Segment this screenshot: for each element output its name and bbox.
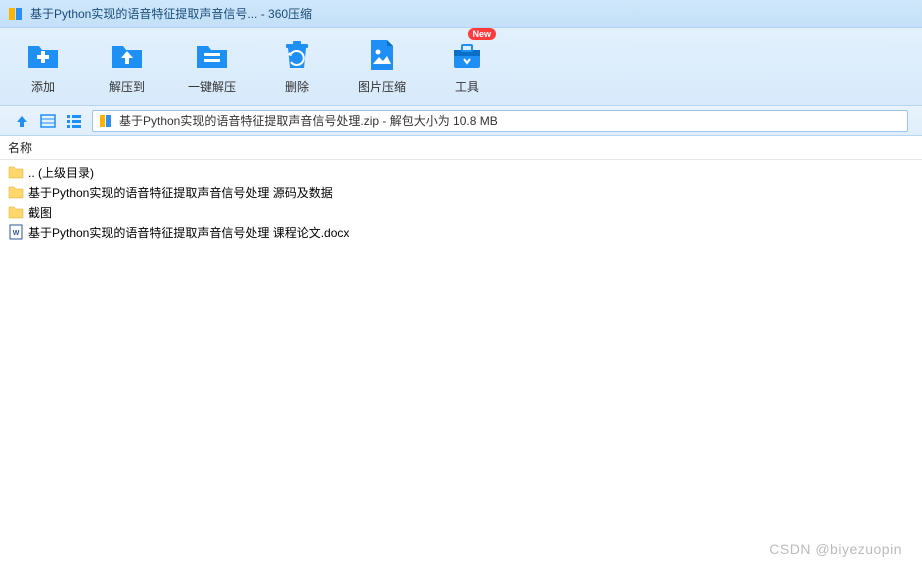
file-name: 截图: [28, 204, 52, 221]
toolbar: 添加 解压到 一键解压 删除 图片压缩 New 工具: [0, 28, 922, 106]
toolbar-label: 图片压缩: [358, 78, 406, 95]
watermark: CSDN @biyezuopin: [769, 541, 902, 557]
one-click-extract-button[interactable]: 一键解压: [188, 38, 236, 95]
path-input[interactable]: 基于Python实现的语音特征提取声音信号处理.zip - 解包大小为 10.8…: [92, 110, 908, 132]
file-name: 基于Python实现的语音特征提取声音信号处理 源码及数据: [28, 184, 333, 201]
folder-plus-icon: [26, 38, 60, 72]
path-text: 基于Python实现的语音特征提取声音信号处理.zip - 解包大小为 10.8…: [119, 112, 498, 129]
add-button[interactable]: 添加: [20, 38, 66, 95]
nav-bar: 基于Python实现的语音特征提取声音信号处理.zip - 解包大小为 10.8…: [0, 106, 922, 136]
delete-button[interactable]: 删除: [274, 38, 320, 95]
folder-up-icon: [110, 38, 144, 72]
trash-icon: [280, 38, 314, 72]
titlebar: 基于Python实现的语音特征提取声音信号... - 360压缩: [0, 0, 922, 28]
image-compress-button[interactable]: 图片压缩: [358, 38, 406, 95]
file-name: 基于Python实现的语音特征提取声音信号处理 课程论文.docx: [28, 224, 349, 241]
tools-button[interactable]: New 工具: [444, 38, 490, 95]
extract-to-button[interactable]: 解压到: [104, 38, 150, 95]
docx-icon: W: [8, 224, 24, 240]
view-detail-icon[interactable]: [40, 113, 56, 129]
list-item[interactable]: 基于Python实现的语音特征提取声音信号处理 源码及数据: [0, 182, 922, 202]
list-item[interactable]: 截图: [0, 202, 922, 222]
toolbar-label: 添加: [31, 78, 55, 95]
file-name: .. (上级目录): [28, 164, 94, 181]
folder-arrow-icon: [195, 38, 229, 72]
image-file-icon: [365, 38, 399, 72]
list-item[interactable]: W 基于Python实现的语音特征提取声音信号处理 课程论文.docx: [0, 222, 922, 242]
up-arrow-icon[interactable]: [14, 113, 30, 129]
view-list-icon[interactable]: [66, 113, 82, 129]
column-name: 名称: [8, 139, 32, 156]
window-title: 基于Python实现的语音特征提取声音信号... - 360压缩: [30, 5, 312, 22]
toolbar-label: 工具: [455, 78, 479, 95]
list-item[interactable]: .. (上级目录): [0, 162, 922, 182]
app-icon: [8, 6, 24, 22]
toolbar-label: 解压到: [109, 78, 145, 95]
archive-icon: [99, 114, 113, 128]
column-header[interactable]: 名称: [0, 136, 922, 160]
toolbar-label: 一键解压: [188, 78, 236, 95]
file-list: .. (上级目录) 基于Python实现的语音特征提取声音信号处理 源码及数据 …: [0, 160, 922, 244]
folder-icon: [8, 164, 24, 180]
toolbox-icon: [450, 38, 484, 72]
folder-icon: [8, 184, 24, 200]
svg-text:W: W: [13, 230, 20, 237]
toolbar-label: 删除: [285, 78, 309, 95]
folder-icon: [8, 204, 24, 220]
